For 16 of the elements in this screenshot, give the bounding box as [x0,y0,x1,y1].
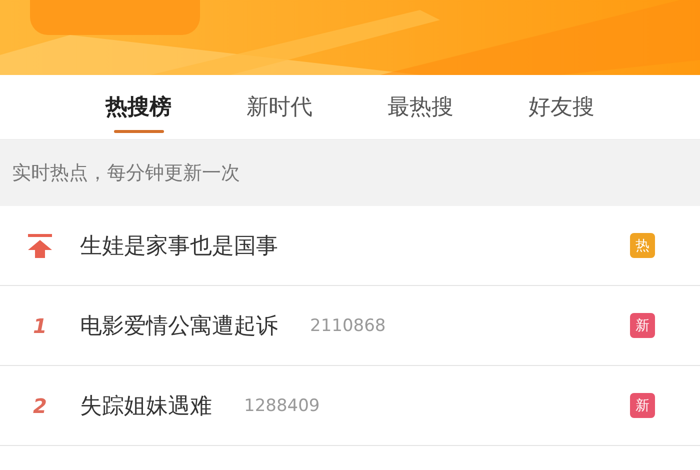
topic-title[interactable]: 电影爱情公寓遭起诉 [80,310,278,340]
status-badge: 热 [630,233,655,258]
topic-title[interactable]: 生娃是家事也是国事 [80,230,278,260]
tab[interactable]: 热搜榜 [68,75,209,139]
pin-to-top-icon [28,234,52,258]
search-count: 1288409 [244,396,320,416]
topic-title[interactable]: 失踪姐妹遇难 [80,390,212,420]
rank-number: 2 [33,394,47,418]
tab[interactable]: 最热搜 [350,75,491,139]
rank-number: 1 [33,314,47,338]
tab[interactable]: 好友搜 [491,75,632,139]
search-count: 2110868 [310,316,386,336]
notice-text: 实时热点，每分钟更新一次 [12,161,240,186]
status-badge: 新 [630,313,655,338]
status-badge: 新 [630,393,655,418]
tab[interactable]: 新时代 [209,75,350,139]
